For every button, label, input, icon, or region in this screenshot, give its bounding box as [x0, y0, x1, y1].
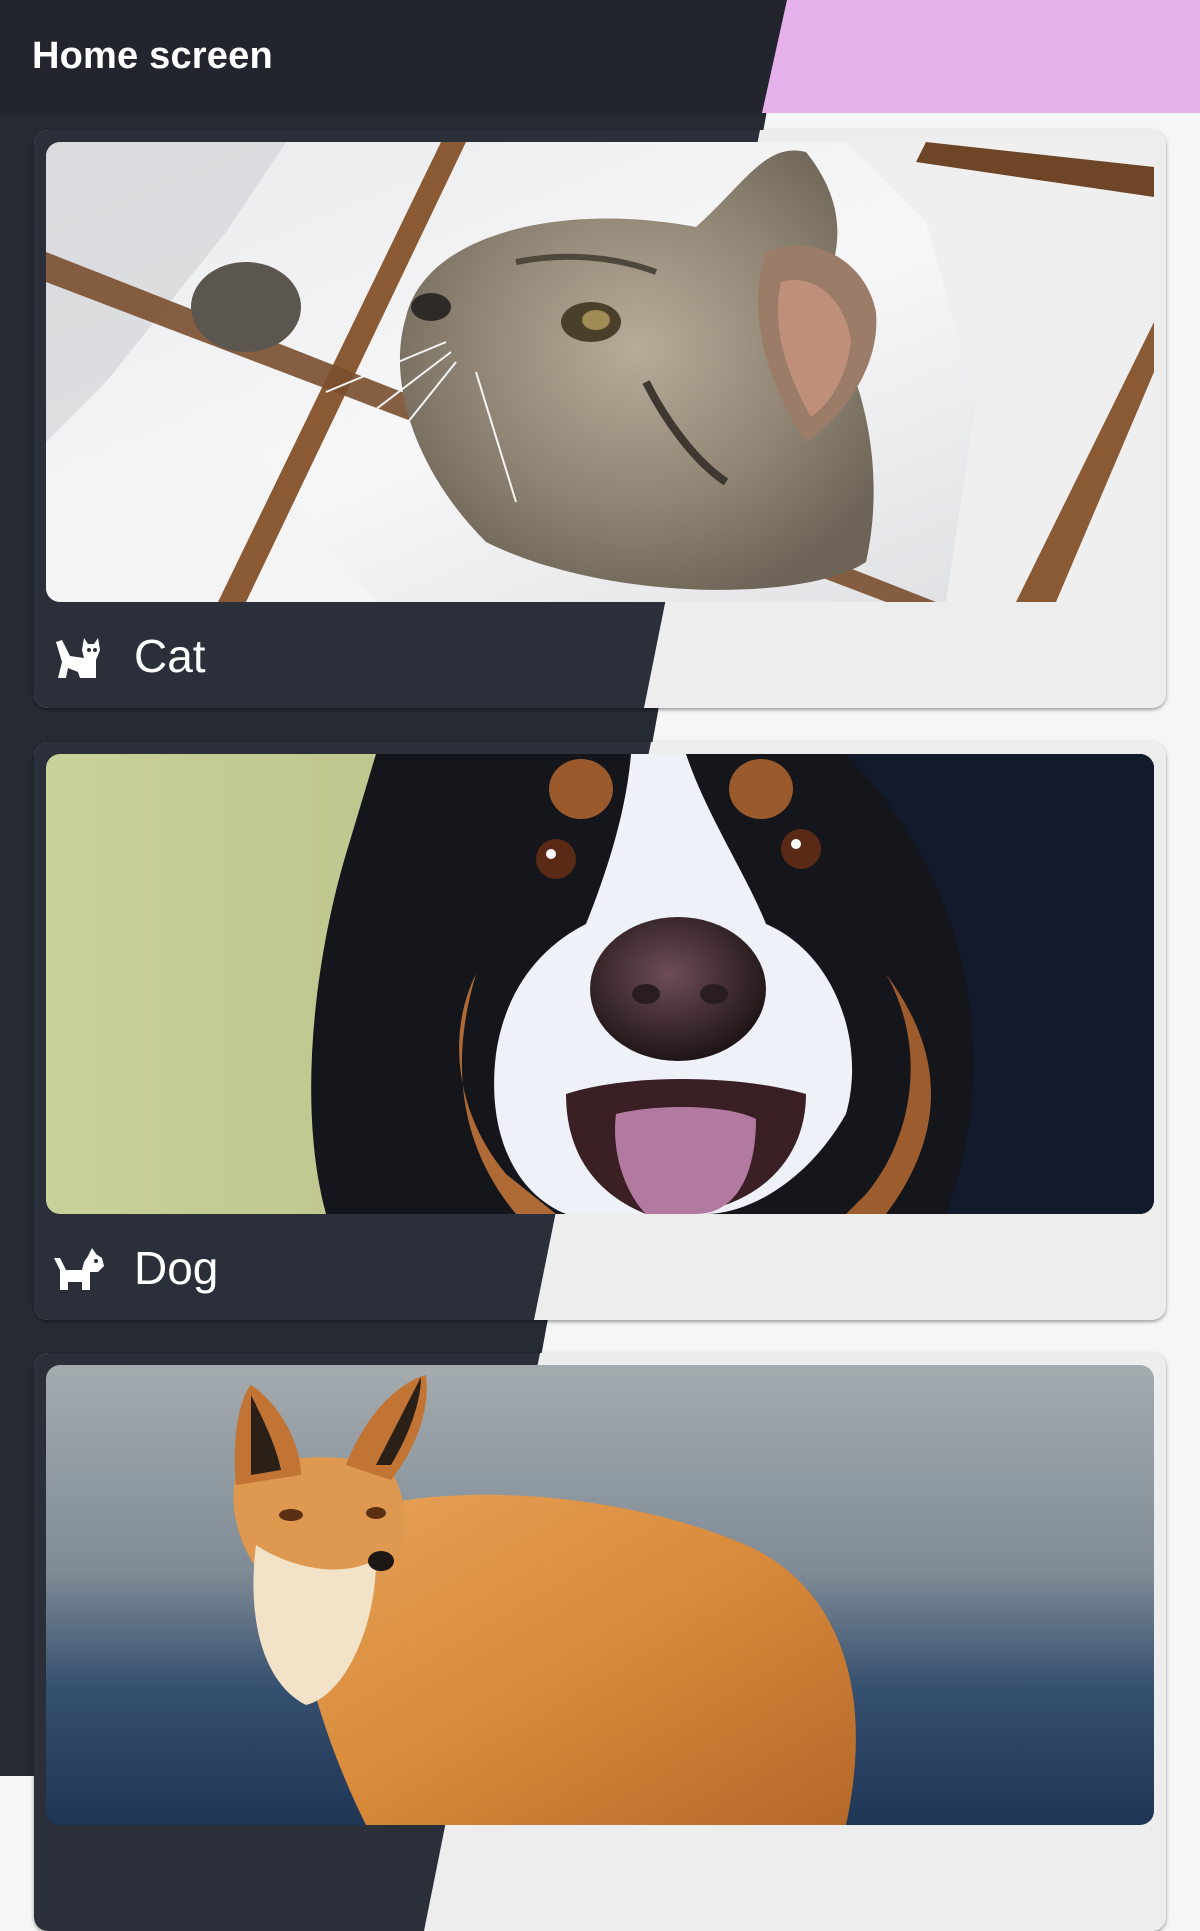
card-cat[interactable]: Cat: [34, 130, 1166, 708]
cat-icon: [56, 638, 100, 678]
dog-icon: [54, 1248, 104, 1290]
card-label-cat: Cat: [134, 630, 206, 682]
card-footer: Dog: [34, 1214, 1166, 1320]
fox-photo: [46, 1365, 1154, 1825]
card-label-dog: Dog: [134, 1242, 219, 1294]
dog-photo: [46, 754, 1154, 1214]
card-footer: Cat: [34, 602, 1166, 708]
page-title: Home screen: [32, 35, 273, 77]
card-fox[interactable]: [34, 1353, 1166, 1931]
cat-photo: [46, 142, 1154, 602]
card-dog[interactable]: Dog: [34, 742, 1166, 1320]
